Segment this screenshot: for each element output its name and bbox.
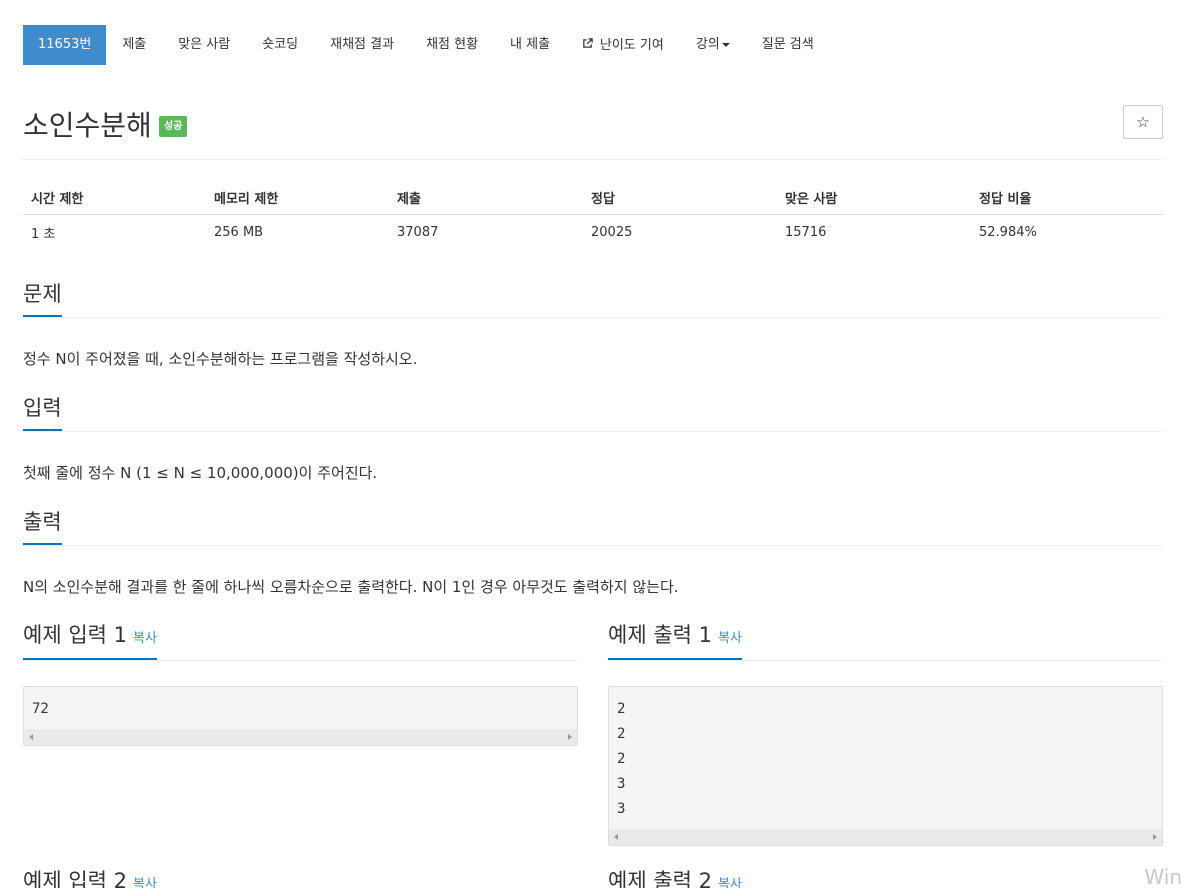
problem-title: 소인수분해 <box>23 109 152 142</box>
problem-nav: 11653번 제출 맞은 사람 숏코딩 재채점 결과 채점 현황 내 제출 난이… <box>23 25 830 65</box>
sample-output-1-header: 예제 출력 1 복사 <box>608 623 1163 661</box>
value-memory-limit: 256 MB <box>214 224 264 240</box>
nav-solvers[interactable]: 맞은 사람 <box>162 25 246 65</box>
sample-input-1-header: 예제 입력 1 복사 <box>23 623 578 661</box>
output-section-title: 출력 <box>23 509 62 545</box>
scroll-right-arrow-icon[interactable] <box>568 734 572 740</box>
sample-line: 3 <box>617 776 626 792</box>
header-accepted: 정답 <box>583 182 777 215</box>
sample-input-2-title: 예제 입력 2 <box>23 869 127 888</box>
sample-line: 3 <box>617 801 626 817</box>
horizontal-scrollbar[interactable] <box>609 829 1162 845</box>
caret-down-icon <box>721 42 730 47</box>
copy-sample-input-1-link[interactable]: 복사 <box>133 631 157 646</box>
sample-line: 2 <box>617 701 626 717</box>
header-memory-limit: 메모리 제한 <box>206 182 389 215</box>
table-header-row: 시간 제한 메모리 제한 제출 정답 맞은 사람 정답 비율 <box>23 182 1163 215</box>
problem-description: 정수 N이 주어졌을 때, 소인수분해하는 프로그램을 작성하시오. <box>23 350 418 368</box>
value-submissions: 37087 <box>397 224 439 240</box>
value-solvers: 15716 <box>785 224 827 240</box>
sample-input-2-header: 예제 입력 2 복사 <box>23 858 578 888</box>
nav-short-coding[interactable]: 숏코딩 <box>246 25 314 65</box>
scroll-left-arrow-icon[interactable] <box>29 734 33 740</box>
nav-lectures-dropdown[interactable]: 강의 <box>680 25 746 65</box>
sample-output-1-title: 예제 출력 1 <box>608 623 712 647</box>
problem-info-table: 시간 제한 메모리 제한 제출 정답 맞은 사람 정답 비율 1 초 256 M… <box>23 182 1163 250</box>
sample-line: 2 <box>617 726 626 742</box>
value-accept-ratio: 52.984% <box>979 224 1037 240</box>
horizontal-scrollbar[interactable] <box>24 729 577 745</box>
sample-output-2-header: 예제 출력 2 복사 <box>608 858 1163 888</box>
nav-my-submissions[interactable]: 내 제출 <box>494 25 566 65</box>
header-solvers: 맞은 사람 <box>777 182 971 215</box>
output-section-header: 출력 <box>23 510 1163 546</box>
nav-submit[interactable]: 제출 <box>106 25 162 65</box>
sample-line: 72 <box>32 701 49 717</box>
sample-line: 2 <box>617 751 626 767</box>
scroll-right-arrow-icon[interactable] <box>1153 834 1157 840</box>
favorite-button[interactable]: ☆ <box>1123 105 1163 139</box>
scroll-left-arrow-icon[interactable] <box>614 834 618 840</box>
problem-section-title: 문제 <box>23 281 62 317</box>
header-submissions: 제출 <box>389 182 583 215</box>
copy-sample-input-2-link[interactable]: 복사 <box>133 877 157 888</box>
sample-output-2-title: 예제 출력 2 <box>608 869 712 888</box>
nav-rejudge-results[interactable]: 재채점 결과 <box>314 25 410 65</box>
header-accept-ratio: 정답 비율 <box>971 182 1163 215</box>
activation-watermark: Win <box>1144 865 1182 888</box>
nav-problem-number[interactable]: 11653번 <box>23 25 107 65</box>
copy-sample-output-2-link[interactable]: 복사 <box>718 877 742 888</box>
external-link-icon <box>582 38 597 52</box>
header-time-limit: 시간 제한 <box>23 182 206 215</box>
input-description: 첫째 줄에 정수 N (1 ≤ N ≤ 10,000,000)이 주어진다. <box>23 464 378 482</box>
output-description: N의 소인수분해 결과를 한 줄에 하나씩 오름차순으로 출력한다. N이 1인… <box>23 578 679 596</box>
table-row: 1 초 256 MB 37087 20025 15716 52.984% <box>23 214 1163 250</box>
sample-output-1-box[interactable]: 2 2 2 3 3 <box>608 686 1163 846</box>
nav-question-search[interactable]: 질문 검색 <box>746 25 830 65</box>
value-time-limit: 1 초 <box>31 226 56 242</box>
sample-input-1-title: 예제 입력 1 <box>23 623 127 647</box>
status-badge: 성공 <box>159 116 188 137</box>
problem-title-row: 소인수분해 성공 ☆ <box>23 102 1163 160</box>
value-accepted: 20025 <box>591 224 633 240</box>
sample-input-1-box[interactable]: 72 <box>23 686 578 746</box>
problem-section-header: 문제 <box>23 282 1163 318</box>
nav-difficulty-contribution[interactable]: 난이도 기여 <box>566 25 680 65</box>
input-section-header: 입력 <box>23 396 1163 432</box>
input-section-title: 입력 <box>23 395 62 431</box>
nav-judge-status[interactable]: 채점 현황 <box>410 25 494 65</box>
star-icon: ☆ <box>1136 113 1150 131</box>
copy-sample-output-1-link[interactable]: 복사 <box>718 631 742 646</box>
